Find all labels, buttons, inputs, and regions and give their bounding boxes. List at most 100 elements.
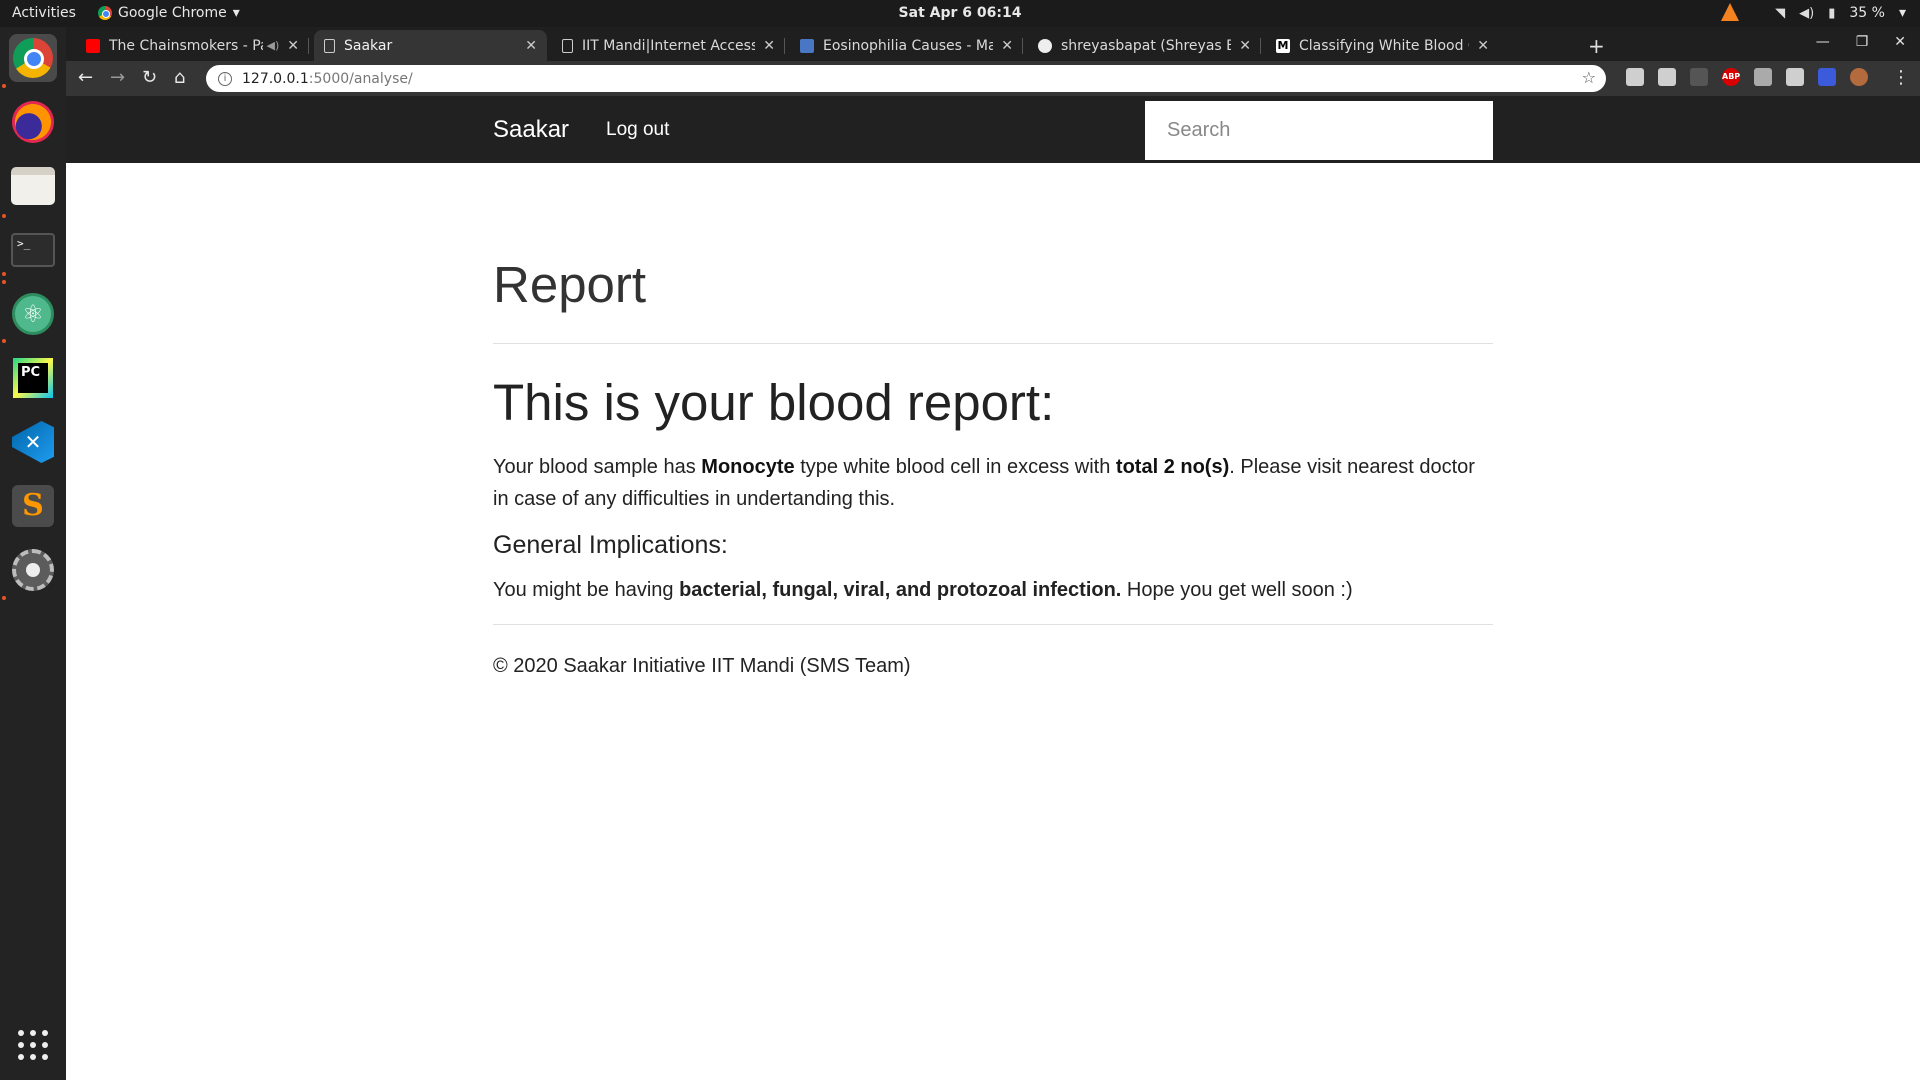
running-indicator (2, 596, 6, 600)
dock-atom[interactable]: ⚛ (9, 290, 57, 338)
terminal-icon: >_ (11, 233, 55, 267)
pen-extension-icon[interactable] (1754, 68, 1772, 86)
report-content: Report This is your blood report: Your b… (493, 163, 1493, 678)
system-tray[interactable]: ◥ ◀) ▮ 35 % ▾ (1721, 3, 1906, 21)
browser-tab-strip: The Chainsmokers - Pa ◀) ✕ Saakar ✕ IIT … (66, 27, 1920, 61)
tab-eosinophilia[interactable]: Eosinophilia Causes - May ✕ (790, 30, 1023, 61)
profile-avatar[interactable] (1850, 68, 1868, 86)
page-title: Report (493, 256, 647, 313)
implications-text: You might be having bacterial, fungal, v… (493, 574, 1493, 606)
divider (493, 623, 1493, 625)
volume-icon: ◀) (1799, 5, 1815, 21)
activities-button[interactable]: Activities (12, 5, 76, 21)
show-applications-button[interactable] (18, 1030, 48, 1060)
dock-sublime[interactable]: S (9, 482, 57, 530)
reload-icon[interactable]: ↻ (142, 67, 157, 88)
close-icon[interactable]: ✕ (525, 38, 537, 54)
implications-conditions: bacterial, fungal, viral, and protozoal … (679, 578, 1122, 601)
home-icon[interactable]: ⌂ (174, 67, 185, 88)
tab-saakar[interactable]: Saakar ✕ (314, 30, 547, 61)
app-menu-label: Google Chrome (118, 5, 227, 21)
vscode-icon: ✕ (12, 421, 54, 463)
url-host: 127.0.0.1 (242, 70, 309, 87)
pycharm-icon: PC (13, 358, 53, 398)
eosinophilia-favicon (800, 38, 814, 53)
implications-intro: You might be having (493, 578, 680, 601)
footer-copyright: © 2020 Saakar Initiative IIT Mandi (SMS … (493, 654, 911, 677)
site-brand-link[interactable]: Saakar (493, 116, 569, 144)
dock-chrome[interactable] (9, 34, 57, 82)
dock-files[interactable] (9, 162, 57, 210)
close-window-icon[interactable]: ✕ (1894, 34, 1906, 50)
atom-icon: ⚛ (12, 293, 54, 335)
tab-title: shreyasbapat (Shreyas Ba (1061, 37, 1232, 54)
document-icon (324, 38, 335, 53)
search-input[interactable] (1145, 101, 1493, 160)
audio-icon: ◀) (266, 39, 280, 52)
site-navbar: Saakar Log out (66, 96, 1920, 163)
clock[interactable]: Sat Apr 6 06:14 (899, 5, 1022, 21)
bookmark-star-icon[interactable]: ☆ (1582, 68, 1596, 87)
tab-title: Classifying White Blood C (1299, 37, 1470, 54)
running-indicator (2, 84, 6, 88)
tab-medium[interactable]: M Classifying White Blood C ✕ (1266, 30, 1499, 61)
dock-firefox[interactable] (9, 98, 57, 146)
back-icon[interactable]: ← (78, 67, 93, 88)
vlc-icon[interactable] (1721, 3, 1740, 21)
tab-title: IIT Mandi|Internet Access (582, 37, 756, 54)
running-indicator (2, 214, 6, 218)
address-bar[interactable]: i 127.0.0.1 :5000/analyse/ ☆ (206, 65, 1606, 92)
files-icon (11, 167, 55, 205)
tab-chainsmokers[interactable]: The Chainsmokers - Pa ◀) ✕ (76, 30, 309, 61)
firefox-icon (12, 101, 54, 143)
url-path: :5000/analyse/ (308, 70, 413, 87)
minimize-icon[interactable]: — (1816, 34, 1830, 50)
dock-settings[interactable] (9, 546, 57, 594)
report-text-intro: Your blood sample has (493, 455, 702, 478)
dock: >_ ⚛ PC ✕ S (0, 27, 66, 1080)
tab-title: Saakar (344, 37, 393, 54)
page-viewport: Saakar Log out Report This is your blood… (66, 96, 1920, 1080)
close-icon[interactable]: ✕ (1477, 38, 1489, 54)
app-menu[interactable]: Google Chrome ▾ (98, 5, 240, 21)
running-indicator (2, 339, 6, 343)
chevron-down-icon: ▾ (1898, 5, 1906, 21)
more-options-icon[interactable]: ⋮ (1892, 67, 1910, 88)
dock-terminal[interactable]: >_ (9, 226, 57, 274)
logout-link[interactable]: Log out (606, 119, 669, 141)
tab-github[interactable]: shreyasbapat (Shreyas Ba ✕ (1028, 30, 1261, 61)
battery-icon: ▮ (1828, 5, 1836, 21)
running-indicator (2, 272, 6, 276)
dock-pycharm[interactable]: PC (9, 354, 57, 402)
camera-extension-icon[interactable] (1626, 68, 1644, 86)
extension-icon[interactable] (1818, 68, 1836, 86)
extension-icon[interactable] (1786, 68, 1804, 86)
restore-icon[interactable]: ❐ (1856, 34, 1869, 50)
report-summary: Your blood sample has Monocyte type whit… (493, 451, 1493, 515)
running-indicator (2, 280, 6, 284)
close-icon[interactable]: ✕ (287, 38, 299, 54)
tab-iit-mandi[interactable]: IIT Mandi|Internet Access ✕ (552, 30, 785, 61)
extension-icon[interactable] (1690, 68, 1708, 86)
info-icon[interactable]: i (218, 71, 232, 86)
new-tab-button[interactable]: + (1588, 34, 1605, 58)
medium-icon: M (1276, 38, 1290, 53)
github-icon (1038, 38, 1052, 53)
extension-icon[interactable] (1658, 68, 1676, 86)
pycharm-icon-label: PC (18, 363, 48, 393)
window-controls: — ❐ ✕ (1816, 34, 1906, 50)
close-icon[interactable]: ✕ (1001, 38, 1013, 54)
settings-icon (12, 549, 54, 591)
forward-icon[interactable]: → (110, 67, 125, 88)
tab-title: Eosinophilia Causes - May (823, 37, 994, 54)
dock-vscode[interactable]: ✕ (9, 418, 57, 466)
implications-heading: General Implications: (493, 530, 728, 559)
close-icon[interactable]: ✕ (763, 38, 775, 54)
implications-end: Hope you get well soon :) (1121, 578, 1353, 601)
sublime-icon: S (12, 485, 54, 527)
adblock-icon[interactable]: ABP (1722, 68, 1740, 86)
document-icon (562, 38, 573, 53)
close-icon[interactable]: ✕ (1239, 38, 1251, 54)
battery-percentage: 35 % (1849, 5, 1885, 21)
extension-icons: ABP (1626, 68, 1868, 86)
